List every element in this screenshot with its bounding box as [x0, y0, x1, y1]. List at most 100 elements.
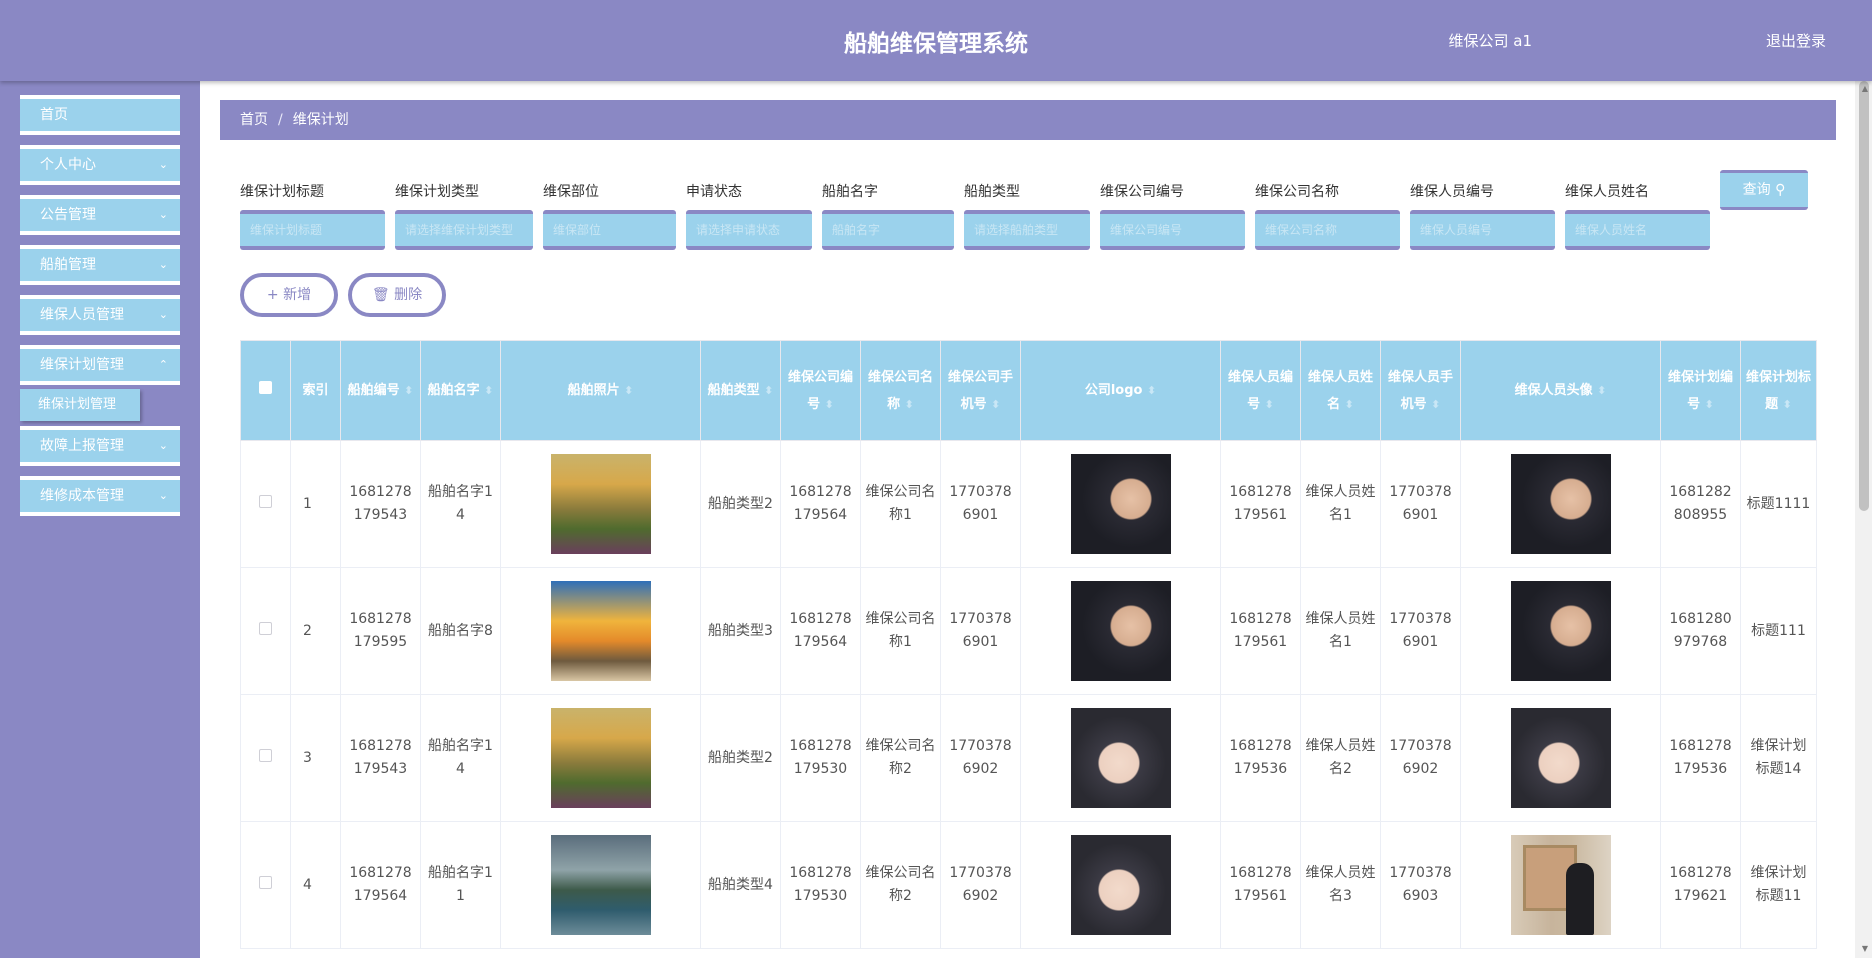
- sidebar-item-ships[interactable]: 船舶管理 ⌄: [20, 245, 180, 285]
- row-checkbox[interactable]: [259, 621, 272, 635]
- cell-company-phone: 17703786901: [940, 440, 1021, 568]
- sidebar-item-home[interactable]: 首页: [20, 95, 180, 135]
- select-all-header[interactable]: [240, 340, 291, 441]
- column-header[interactable]: 维保计划编号 ⬍: [1660, 340, 1741, 441]
- chevron-down-icon: ⌄: [158, 489, 168, 502]
- current-user[interactable]: 维保公司 a1: [1448, 30, 1532, 51]
- sort-icon[interactable]: ⬍: [764, 384, 773, 397]
- column-header[interactable]: 维保人员编号 ⬍: [1220, 340, 1301, 441]
- chevron-down-icon: ⌄: [158, 158, 168, 171]
- column-header[interactable]: 公司logo ⬍: [1020, 340, 1221, 441]
- column-header[interactable]: 船舶编号 ⬍: [340, 340, 421, 441]
- staff-no-input[interactable]: 维保人员编号: [1410, 210, 1555, 250]
- sort-icon[interactable]: ⬍: [484, 384, 493, 397]
- sidebar-item-maintenance-plans[interactable]: 维保计划管理 ⌃: [20, 345, 180, 385]
- staff-name-input[interactable]: 维保人员姓名: [1565, 210, 1710, 250]
- sort-icon[interactable]: ⬍: [1597, 384, 1606, 397]
- company-logo-image[interactable]: [1070, 708, 1171, 808]
- company-logo-image[interactable]: [1070, 454, 1171, 554]
- cell-company-name: 维保公司名称2: [860, 694, 941, 822]
- sort-icon[interactable]: ⬍: [1265, 398, 1274, 411]
- ship-photo-image[interactable]: [550, 708, 651, 808]
- cell-ship-no: 1681278179564: [340, 821, 421, 949]
- cell-plan-title: 标题1111: [1740, 440, 1817, 568]
- scroll-down-icon[interactable]: ▼: [1862, 944, 1868, 953]
- column-header[interactable]: 维保人员姓名 ⬍: [1300, 340, 1381, 441]
- part-input[interactable]: 维保部位: [543, 210, 676, 250]
- chevron-up-icon: ⌃: [158, 358, 168, 371]
- row-select-cell[interactable]: [240, 567, 291, 695]
- chevron-down-icon: ⌄: [158, 439, 168, 452]
- sidebar-item-announcements[interactable]: 公告管理 ⌄: [20, 195, 180, 235]
- sidebar-item-label: 维保计划管理: [40, 357, 124, 373]
- column-header[interactable]: 维保公司手机号 ⬍: [940, 340, 1021, 441]
- column-header[interactable]: 维保公司编号 ⬍: [780, 340, 861, 441]
- cell-plan-no: 1681282808955: [1660, 440, 1741, 568]
- cell-staff-name: 维保人员姓名1: [1300, 567, 1381, 695]
- column-header[interactable]: 船舶类型 ⬍: [700, 340, 781, 441]
- cell-plan-no: 1681278179536: [1660, 694, 1741, 822]
- sort-icon[interactable]: ⬍: [1705, 398, 1714, 411]
- column-header[interactable]: 维保人员头像 ⬍: [1460, 340, 1661, 441]
- company-no-input[interactable]: 维保公司编号: [1100, 210, 1245, 250]
- sort-icon[interactable]: ⬍: [624, 384, 633, 397]
- row-checkbox[interactable]: [259, 875, 272, 889]
- sidebar-subitem-maintenance-plans[interactable]: 维保计划管理: [20, 389, 140, 421]
- delete-button-label: 删除: [394, 287, 423, 303]
- row-select-cell[interactable]: [240, 440, 291, 568]
- scrollbar-thumb[interactable]: [1859, 81, 1869, 511]
- plan-title-input[interactable]: 维保计划标题: [240, 210, 385, 250]
- ship-photo-image[interactable]: [550, 454, 651, 554]
- cell-company-name: 维保公司名称2: [860, 821, 941, 949]
- sidebar-item-fault-reports[interactable]: 故障上报管理 ⌄: [20, 426, 180, 466]
- ship-type-select[interactable]: 请选择船舶类型: [964, 210, 1090, 250]
- sort-icon[interactable]: ⬍: [905, 398, 914, 411]
- row-checkbox[interactable]: [259, 748, 272, 762]
- column-header[interactable]: 船舶照片 ⬍: [500, 340, 701, 441]
- sidebar-item-repair-costs[interactable]: 维修成本管理 ⌄: [20, 476, 180, 516]
- staff-avatar-image[interactable]: [1510, 708, 1611, 808]
- sort-icon[interactable]: ⬍: [1431, 398, 1440, 411]
- column-header[interactable]: 船舶名字 ⬍: [420, 340, 501, 441]
- column-header[interactable]: 维保计划标题 ⬍: [1740, 340, 1817, 441]
- sort-icon[interactable]: ⬍: [825, 398, 834, 411]
- app-header: 船舶维保管理系统 维保公司 a1 退出登录: [0, 0, 1872, 81]
- staff-avatar-image[interactable]: [1510, 835, 1611, 935]
- staff-avatar-image[interactable]: [1510, 454, 1611, 554]
- sort-icon[interactable]: ⬍: [1783, 398, 1792, 411]
- sort-icon[interactable]: ⬍: [991, 398, 1000, 411]
- sidebar-item-personal-center[interactable]: 个人中心 ⌄: [20, 145, 180, 185]
- column-header[interactable]: 维保人员手机号 ⬍: [1380, 340, 1461, 441]
- sort-icon[interactable]: ⬍: [1345, 398, 1354, 411]
- row-select-cell[interactable]: [240, 821, 291, 949]
- query-button[interactable]: 查询 ⚲: [1720, 170, 1808, 210]
- chevron-down-icon: ⌄: [158, 308, 168, 321]
- sidebar-item-maintenance-staff[interactable]: 维保人员管理 ⌄: [20, 295, 180, 335]
- column-header[interactable]: 维保公司名称 ⬍: [860, 340, 941, 441]
- cell-staff-no: 1681278179561: [1220, 821, 1301, 949]
- sort-icon[interactable]: ⬍: [404, 384, 413, 397]
- sidebar-item-label: 船舶管理: [40, 257, 96, 273]
- sidebar-item-label: 首页: [40, 107, 68, 123]
- delete-button[interactable]: 🗑 删除: [348, 273, 446, 317]
- staff-avatar-image[interactable]: [1510, 581, 1611, 681]
- ship-photo-image[interactable]: [550, 835, 651, 935]
- sort-icon[interactable]: ⬍: [1147, 384, 1156, 397]
- breadcrumb-home[interactable]: 首页: [240, 112, 268, 128]
- sidebar-item-label: 故障上报管理: [40, 438, 124, 454]
- select-all-checkbox[interactable]: [259, 381, 272, 394]
- plan-type-select[interactable]: 请选择维保计划类型: [395, 210, 533, 250]
- apply-status-select[interactable]: 请选择申请状态: [686, 210, 812, 250]
- company-name-input[interactable]: 维保公司名称: [1255, 210, 1400, 250]
- add-button[interactable]: + 新增: [240, 273, 338, 317]
- ship-photo-image[interactable]: [550, 581, 651, 681]
- ship-name-input[interactable]: 船舶名字: [822, 210, 954, 250]
- cell-staff-avatar: [1460, 821, 1661, 949]
- row-checkbox[interactable]: [259, 494, 272, 508]
- company-logo-image[interactable]: [1070, 581, 1171, 681]
- cell-staff-phone: 17703786901: [1380, 440, 1461, 568]
- row-select-cell[interactable]: [240, 694, 291, 822]
- logout-link[interactable]: 退出登录: [1766, 30, 1826, 51]
- scroll-up-icon[interactable]: ▲: [1862, 84, 1868, 93]
- company-logo-image[interactable]: [1070, 835, 1171, 935]
